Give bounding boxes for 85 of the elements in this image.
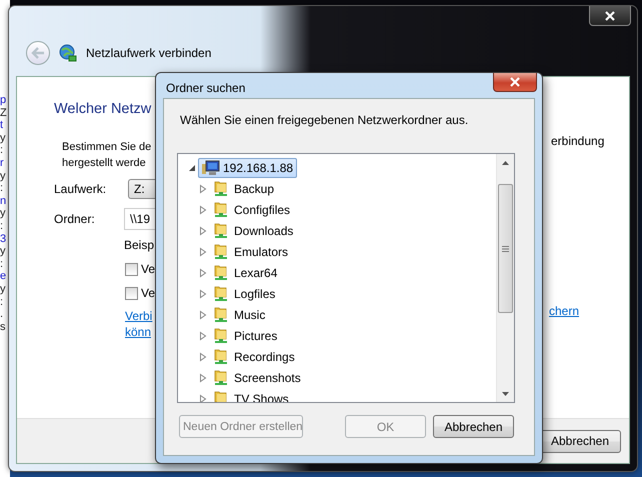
network-folder-icon: [214, 243, 228, 260]
text-fragment: :: [0, 296, 4, 308]
expand-toggle-icon[interactable]: [199, 310, 207, 320]
scrollbar[interactable]: [496, 154, 514, 402]
dialog-title: Ordner suchen: [166, 81, 246, 95]
network-folder-icon: [214, 327, 228, 344]
computer-icon: [202, 160, 220, 176]
tree-item[interactable]: Pictures: [211, 325, 280, 346]
link[interactable]: Verbi: [125, 308, 152, 324]
network-folder-icon: [214, 390, 228, 402]
expand-toggle-icon[interactable]: [188, 162, 196, 172]
network-globe-icon: [58, 43, 78, 63]
text-fragment: Z: [0, 106, 8, 120]
folder-label: Ordner:: [54, 212, 96, 226]
expand-toggle-icon[interactable]: [199, 394, 207, 402]
expand-toggle-icon[interactable]: [199, 226, 207, 236]
drive-label: Laufwerk:: [54, 182, 108, 196]
tree-item[interactable]: Emulators: [211, 241, 292, 262]
tree-item[interactable]: Recordings: [211, 346, 298, 367]
dialog-description: Wählen Sie einen freigegebenen Netzwerkordner aus.: [180, 113, 470, 127]
intro-text: Bestimmen Sie de: [62, 140, 152, 155]
close-button[interactable]: [589, 6, 631, 26]
expand-toggle-icon[interactable]: [199, 184, 207, 194]
link[interactable]: chern: [549, 304, 580, 318]
text-fragment: y: [0, 170, 6, 182]
expand-toggle-icon[interactable]: [199, 372, 207, 382]
intro-text: erbindung: [551, 134, 604, 148]
drive-dropdown[interactable]: Z:: [128, 179, 156, 199]
back-arrow-icon: [31, 47, 45, 59]
tree-item[interactable]: Backup: [211, 178, 278, 199]
tree-item[interactable]: Screenshots: [211, 367, 304, 388]
expand-toggle-icon[interactable]: [199, 268, 207, 278]
text-fragment: y: [0, 207, 6, 220]
text-fragment: :: [0, 144, 4, 157]
network-folder-icon: [214, 264, 228, 281]
dialog-button[interactable]: Abbrechen: [433, 415, 514, 438]
scroll-down-icon[interactable]: [502, 392, 509, 396]
checkbox[interactable]: [125, 262, 138, 276]
network-folder-icon: [214, 348, 228, 365]
text-fragment: p: [0, 94, 8, 107]
text-fragment: r: [0, 156, 5, 170]
grip-icon: [502, 246, 509, 252]
tree-item[interactable]: Downloads: [211, 220, 296, 241]
network-folder-icon: [214, 180, 228, 197]
text-fragment: y: [0, 282, 6, 296]
expand-toggle-icon[interactable]: [199, 352, 207, 362]
checkbox-label: Ve: [141, 286, 156, 300]
text-fragment: y: [0, 245, 6, 258]
expand-toggle-icon[interactable]: [199, 330, 207, 340]
text-fragment: t: [0, 119, 4, 132]
back-button[interactable]: [26, 41, 50, 65]
scroll-up-icon[interactable]: [502, 160, 509, 164]
expand-toggle-icon[interactable]: [199, 204, 207, 214]
text-fragment: y: [0, 132, 6, 144]
close-button[interactable]: [493, 73, 537, 92]
text-fragment: n: [0, 194, 8, 208]
text-fragment: :: [0, 220, 4, 233]
text-fragment: 3: [0, 232, 8, 246]
network-folder-icon: [214, 222, 228, 239]
tree-item[interactable]: 192.168.1.88: [198, 158, 298, 178]
close-icon: [509, 77, 521, 87]
link[interactable]: könn: [125, 324, 152, 340]
intro-text: hergestellt werde: [62, 156, 147, 171]
network-folder-icon: [214, 285, 228, 302]
network-folder-icon: [214, 306, 228, 323]
text-fragment: :: [0, 258, 4, 270]
expand-toggle-icon[interactable]: [199, 246, 207, 256]
text-fragment: :: [0, 182, 4, 195]
window-title: Netzlaufwerk verbinden: [86, 46, 212, 60]
close-icon: [604, 10, 616, 20]
expand-toggle-icon[interactable]: [199, 288, 207, 298]
text-fragment: s: [0, 320, 6, 334]
checkbox-label: Ve: [141, 262, 156, 276]
tree-item[interactable]: Logfiles: [211, 283, 278, 304]
network-folder-icon: [214, 369, 228, 386]
example-text: Beisp: [124, 238, 154, 252]
text-fragment: .: [0, 308, 4, 321]
tree-item[interactable]: Configfiles: [211, 199, 294, 220]
tree-item[interactable]: Music: [211, 304, 268, 325]
tree-item[interactable]: Lexar64: [211, 262, 280, 283]
scroll-thumb[interactable]: [498, 184, 513, 313]
page-heading: Welcher Netzw: [54, 101, 152, 119]
network-folder-icon: [214, 201, 228, 218]
text-fragment: e: [0, 270, 8, 283]
checkbox[interactable]: [125, 286, 138, 300]
